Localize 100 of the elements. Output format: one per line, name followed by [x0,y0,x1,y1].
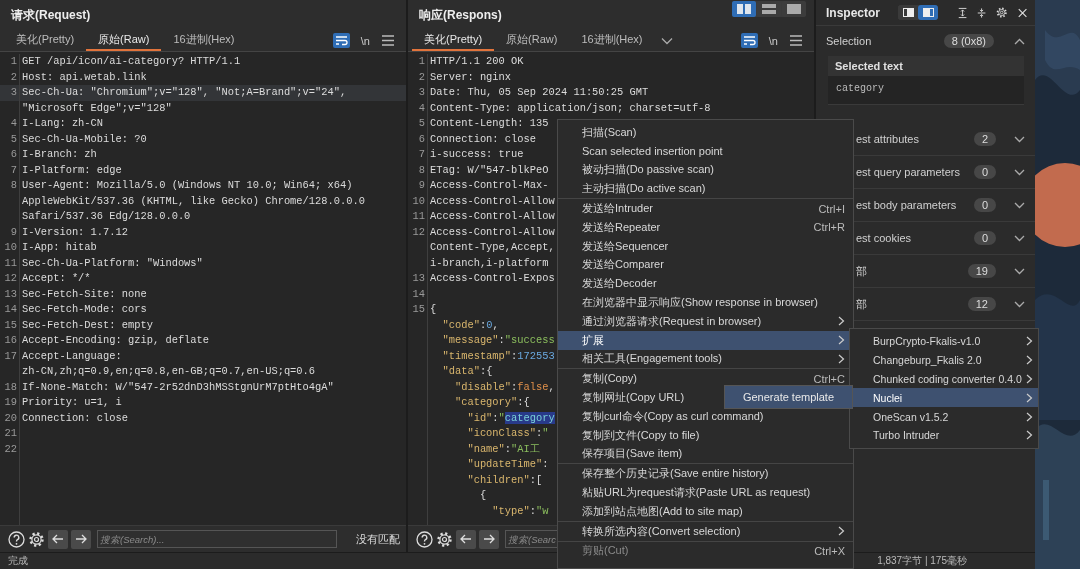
previous-button[interactable] [48,529,68,549]
code-line: "type":"w [491,503,549,519]
menu-item[interactable]: BurpCrypto-Fkalis-v1.0 [850,332,1038,351]
menu-item[interactable]: 复制(Copy) Ctrl+C [558,369,853,389]
chevron-right-icon [838,526,845,537]
line-number: 5 [408,116,428,132]
chevron-icon[interactable] [1014,168,1025,176]
menu-item[interactable]: Nuclei [850,388,1038,408]
menu-item[interactable]: OneScan v1.5.2 [850,407,1038,426]
chevron-icon[interactable] [1014,135,1025,143]
chevron-right-icon [1026,392,1033,403]
menu-item[interactable]: Turbo Intruder [850,426,1038,445]
code-line: User-Agent: Mozilla/5.0 (Windows NT 10.0; Win64; x64) [21,178,353,193]
menu-item[interactable]: 被动扫描(Do passive scan) [558,160,853,180]
menu-item[interactable]: 发送给Sequencer [558,236,853,256]
menu-item[interactable]: 通过浏览器请求(Request in browser) [558,311,853,331]
chevron-icon[interactable] [1014,267,1025,275]
line-number: 10 [408,193,428,209]
response-size-text: 1,837字节 | 175毫秒 [877,554,967,568]
editor-tab[interactable]: 16进制(Hex) [569,30,655,51]
line-number: 1 [408,54,428,70]
editor-tab[interactable]: 原始(Raw) [494,30,570,51]
menu-item[interactable]: 保存整个历史记录(Save entire history) [558,464,853,484]
code-line: Priority: u=1, i [21,395,122,410]
panel-layout-button[interactable] [918,5,938,20]
layout-icon [737,4,751,14]
chevron-down-icon[interactable] [660,36,673,45]
chevron-icon[interactable] [1014,37,1025,45]
code-line: Safari/537.36 Edg/128.0.0.0 [21,209,191,224]
menu-item[interactable]: 粘贴URL为request请求(Paste URL as request) [558,483,853,502]
close-icon[interactable] [1017,6,1027,19]
newline-toggle[interactable]: \n [768,34,778,47]
menu-item[interactable]: 发送给Intruder Ctrl+I [558,199,853,218]
chevron-icon[interactable] [1014,201,1025,209]
line-number: 4 [408,100,428,116]
menu-icon[interactable] [790,35,802,46]
chevron-right-icon [1026,355,1033,366]
menu-icon[interactable] [382,35,394,46]
next-button[interactable] [71,529,91,549]
menu-item[interactable]: 保存项目(Save item) [558,444,853,464]
settings-icon[interactable] [28,530,45,548]
code-line: { [429,302,437,317]
help-icon[interactable] [416,530,433,548]
previous-button[interactable] [456,529,476,549]
menu-item[interactable]: Scan selected insertion point [558,141,853,161]
newline-toggle[interactable]: \n [360,34,370,47]
menu-item[interactable]: 相关工具(Engagement tools) [558,349,853,369]
wrap-lines-icon[interactable] [740,33,758,48]
menu-item[interactable]: 主动扫描(Do active scan) [558,179,853,199]
code-line: GET /api/icon/ai-category? HTTP/1.1 [21,54,241,69]
code-line: "id":"category [466,410,555,426]
menu-item[interactable]: Chunked coding converter 0.4.0 [850,369,1038,389]
chevron-icon[interactable] [1014,234,1025,242]
collapse-icon[interactable] [977,5,987,20]
code-line: I-Platform: edge [21,162,122,178]
menu-item[interactable]: Generate template [725,386,852,408]
code-line: I-Lang: zh-CN [21,116,104,131]
settings-icon[interactable] [996,5,1008,20]
line-number: 3 [408,85,428,101]
panel-icon [902,8,914,17]
code-line: Sec-Fetch-Mode: cors [21,302,147,317]
code-line: I-Version: 1.7.12 [21,224,128,240]
code-line: Access-Control-Expos [429,271,555,286]
code-line: Sec-Ch-Ua: "Chromium";v="128", "Not;A=Brand";v="24", [21,85,347,100]
code-line: Date: Thu, 05 Sep 2024 11:50:25 GMT [429,85,649,100]
help-icon[interactable] [8,530,25,548]
count-badge: 19 [967,264,996,278]
section-label[interactable]: Selection [826,35,872,47]
code-line: Connection: close [21,410,128,426]
layout-icon [787,4,801,14]
editor-tab[interactable]: 16进制(Hex) [161,30,247,51]
code-line: "Microsoft Edge";v="128" [21,100,172,116]
line-number: 8 [0,178,20,194]
menu-item[interactable]: 发送给Comparer [558,255,853,275]
menu-item[interactable]: 在浏览器中显示响应(Show response in browser) [558,293,853,312]
menu-item[interactable]: 转换所选内容(Convert selection) [558,521,853,541]
next-button[interactable] [479,529,499,549]
menu-item[interactable]: 复制到文件(Copy to file) [558,425,853,445]
search-field[interactable]: 搜索(Search)... [97,530,337,548]
chevron-right-icon [1026,374,1033,384]
chevron-right-icon [838,316,845,327]
menu-item[interactable]: 复制curl命令(Copy as curl command) [558,406,853,426]
line-number: 11 [0,255,20,271]
expand-icon[interactable] [958,5,968,20]
editor-tab[interactable]: 美化(Pretty) [4,30,87,51]
chevron-icon[interactable] [1014,300,1025,308]
chevron-right-icon [838,353,845,364]
settings-icon[interactable] [436,530,453,548]
menu-item[interactable]: 添加到站点地图(Add to site map) [558,501,853,521]
line-number: 9 [408,178,428,194]
view-layout-button[interactable] [732,1,756,17]
code-line: "code":0, [441,317,499,333]
line-number: 16 [0,333,20,349]
menu-item[interactable]: 发送给Repeater Ctrl+R [558,218,853,237]
chevron-right-icon [1026,336,1033,347]
menu-item[interactable]: 扫描(Scan) [558,123,853,142]
menu-item[interactable]: Changeburp_Fkalis 2.0 [850,350,1038,370]
wrap-lines-icon[interactable] [332,33,350,48]
code-line: Access-Control-Allow [429,193,555,209]
menu-item[interactable]: 发送给Decoder [558,274,853,294]
